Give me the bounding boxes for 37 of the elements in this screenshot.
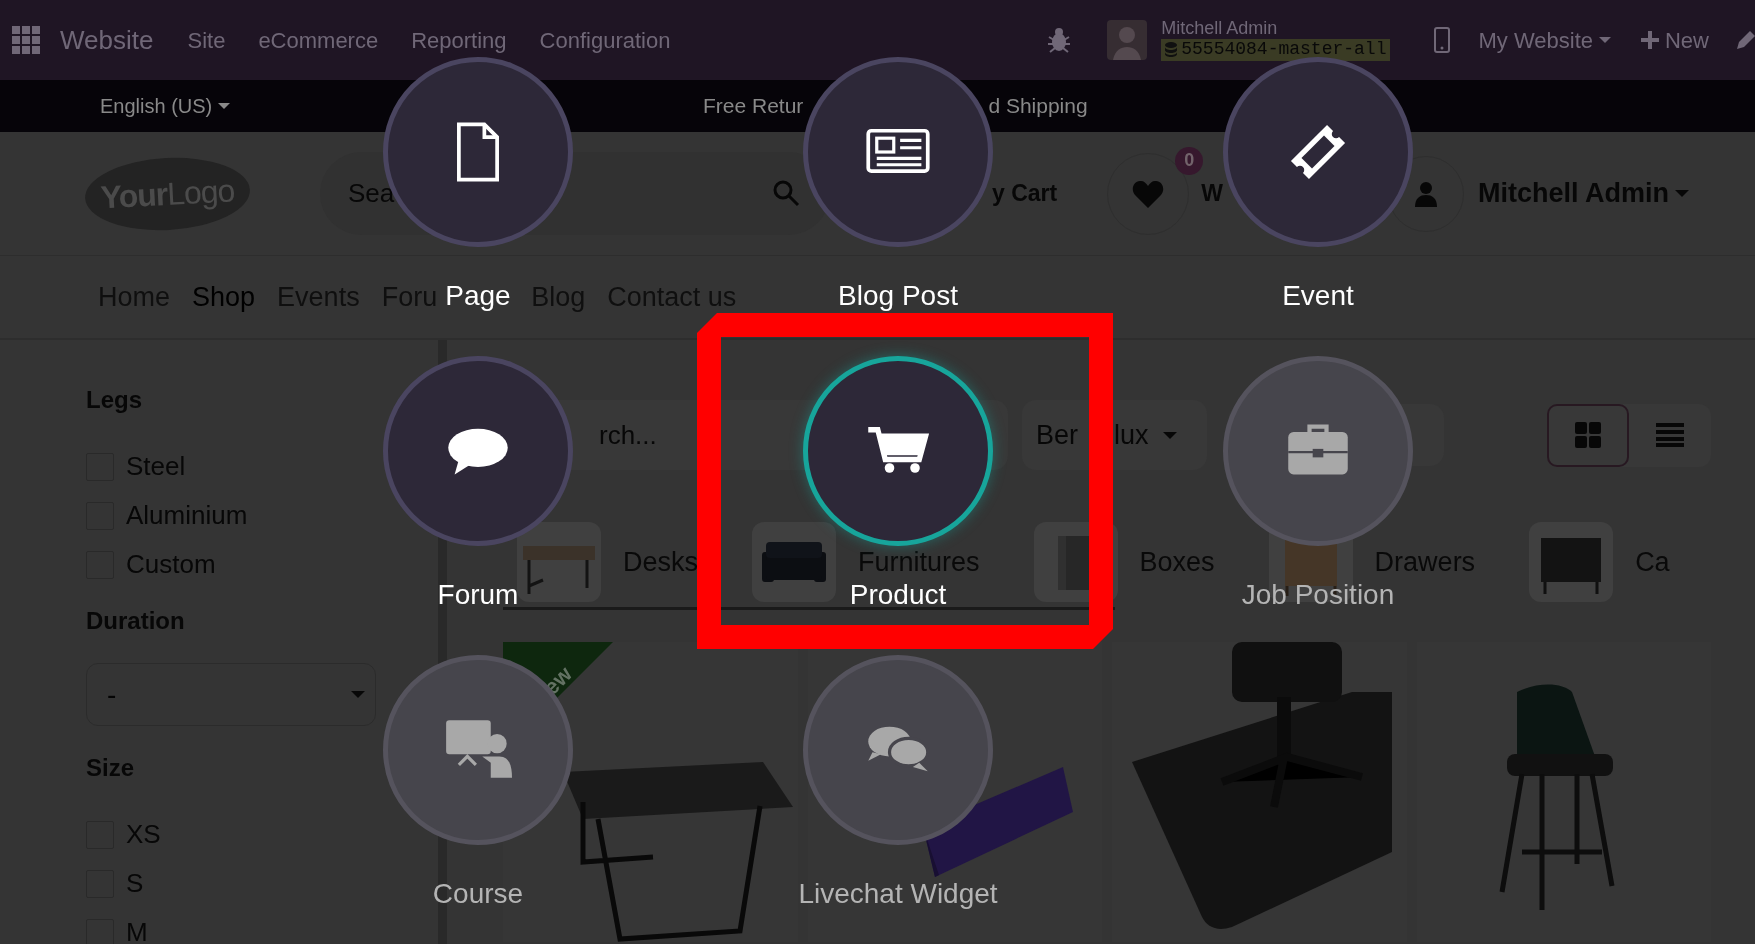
app-title: Website [60, 23, 154, 57]
menu-item[interactable]: Configuration [539, 23, 671, 57]
website-switcher[interactable]: My Website [1478, 23, 1611, 57]
option-label: Course [432, 877, 524, 911]
option-label: Product [849, 578, 947, 612]
avatar-icon[interactable] [1107, 20, 1148, 60]
menu-item[interactable]: Reporting [411, 23, 507, 57]
caret-icon [351, 691, 365, 698]
option-label: Blog Post [838, 279, 958, 313]
caret-icon [1162, 431, 1177, 439]
option-label: Event [1282, 279, 1354, 313]
bug-icon[interactable] [1047, 27, 1072, 53]
language-selector[interactable]: English (US) [100, 91, 231, 121]
caret-icon [1599, 37, 1611, 43]
menu-item[interactable]: Site [187, 23, 226, 57]
user-name: Mitchell Admin [1161, 19, 1279, 39]
option-label: Job Position [1241, 578, 1395, 612]
option-label: Livechat Widget [798, 877, 998, 911]
caret-icon [218, 103, 231, 109]
pencil-icon[interactable] [1735, 29, 1755, 51]
heart-icon [1132, 179, 1165, 208]
user-icon [1414, 180, 1437, 207]
database-icon [1165, 42, 1178, 58]
select-field[interactable]: - [86, 663, 376, 726]
caret-icon [1674, 190, 1689, 197]
menu-item[interactable]: eCommerce [258, 23, 379, 57]
apps-menu-icon[interactable] [12, 26, 40, 54]
option-label: Page [445, 279, 511, 313]
count-badge: 0 [1175, 146, 1204, 175]
list-view-icon [1656, 423, 1684, 447]
plus-icon [1641, 31, 1659, 49]
announcement-text: Free Retur [703, 93, 804, 120]
grid-view-icon [1575, 422, 1601, 448]
new-button[interactable]: New [1641, 23, 1709, 57]
mobile-phone-icon[interactable] [1434, 27, 1451, 53]
option-label: Forum [437, 578, 519, 612]
announcement-text: d Shipping [988, 93, 1088, 120]
